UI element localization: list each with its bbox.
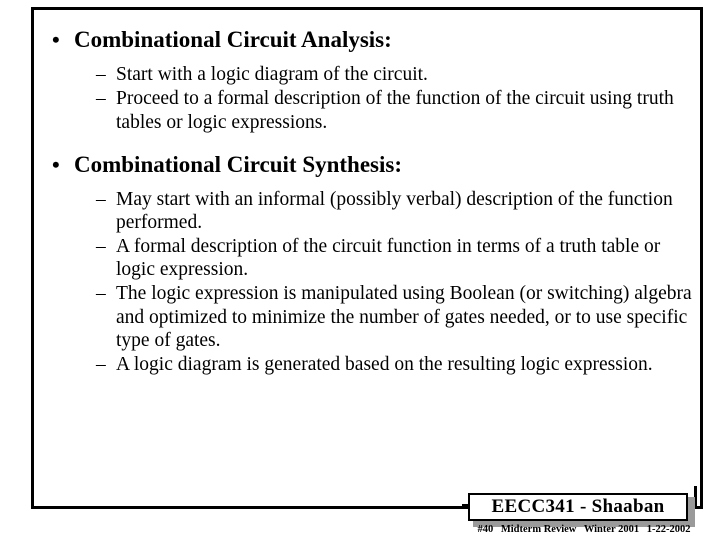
slide-canvas: • Combinational Circuit Analysis: – Star…	[0, 0, 720, 540]
bullet-dash-icon: –	[96, 64, 106, 86]
slide-body: • Combinational Circuit Analysis: – Star…	[34, 27, 700, 376]
bullet-level1-synthesis-heading: • Combinational Circuit Synthesis:	[34, 152, 700, 178]
bullet-text: A formal description of the circuit func…	[116, 235, 661, 281]
bullet-text: A logic diagram is generated based on th…	[116, 353, 653, 375]
footer-slide-number: #40	[477, 524, 494, 535]
bullet-dash-icon: –	[96, 283, 106, 305]
bullet-dot-icon: •	[52, 27, 60, 52]
bullet-dot-icon: •	[52, 152, 60, 178]
bullet-level2-formal-description-truth-table: – A formal description of the circuit fu…	[34, 235, 700, 282]
bullet-dash-icon: –	[96, 353, 106, 375]
bullet-text: May start with an informal (possibly ver…	[116, 188, 673, 234]
footer-course-label: EECC341 - Shaaban	[491, 496, 665, 517]
bullet-level2-logic-expression-manipulated: – The logic expression is manipulated us…	[34, 282, 700, 353]
content-frame: • Combinational Circuit Analysis: – Star…	[31, 7, 703, 509]
footer-topic: Midterm Review	[500, 524, 577, 535]
bullet-level1-analysis-heading: • Combinational Circuit Analysis:	[34, 27, 700, 53]
bullet-text: The logic expression is manipulated usin…	[116, 283, 692, 352]
bullet-dash-icon: –	[96, 235, 106, 257]
bullet-dash-icon: –	[96, 188, 106, 210]
bullet-level2-logic-diagram-generated: – A logic diagram is generated based on …	[34, 353, 700, 377]
bullet-text: Combinational Circuit Analysis:	[74, 27, 392, 52]
bullet-level2-may-start-informal: – May start with an informal (possibly v…	[34, 188, 700, 235]
footer-date: 1-22-2002	[646, 524, 691, 535]
footer-term: Winter 2001	[583, 524, 640, 535]
footer-course-box: EECC341 - Shaaban	[468, 493, 688, 521]
bullet-text: Proceed to a formal description of the f…	[116, 88, 674, 133]
bullet-text: Start with a logic diagram of the circui…	[116, 64, 428, 86]
footer-logo-block: EECC341 - Shaaban #40 Midterm Review Win…	[462, 486, 712, 540]
bullet-level2-start-with-logic-diagram: – Start with a logic diagram of the circ…	[34, 63, 700, 87]
bullet-text: Combinational Circuit Synthesis:	[74, 152, 403, 178]
footer-meta-line: #40 Midterm Review Winter 2001 1-22-2002	[470, 524, 698, 535]
bullet-level2-proceed-to-formal-description: – Proceed to a formal description of the…	[34, 87, 700, 134]
bullet-dash-icon: –	[96, 88, 106, 110]
